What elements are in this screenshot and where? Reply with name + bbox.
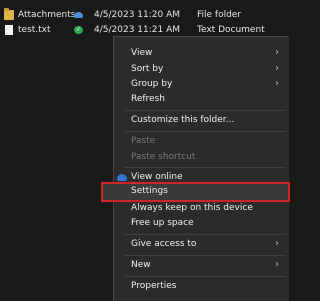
- chevron-right-icon: ›: [275, 259, 279, 270]
- file-name: Attachments: [18, 10, 76, 20]
- menu-item-properties[interactable]: Properties: [114, 279, 289, 294]
- menu-label: Group by: [131, 79, 173, 89]
- menu-label: Paste: [131, 136, 156, 146]
- text-file-icon: [5, 25, 13, 35]
- menu-item-group-by[interactable]: Group by ›: [114, 77, 289, 92]
- menu-item-new[interactable]: New ›: [114, 258, 289, 273]
- menu-label: Free up space: [131, 218, 194, 228]
- menu-label: Settings: [131, 186, 168, 196]
- menu-item-paste-shortcut[interactable]: Paste shortcut: [114, 150, 289, 165]
- menu-label: Sort by: [131, 64, 164, 74]
- green-check-icon: ✓: [74, 26, 83, 34]
- chevron-right-icon: ›: [275, 63, 279, 74]
- menu-separator: [124, 167, 286, 168]
- menu-item-give-access[interactable]: Give access to ›: [114, 237, 289, 252]
- menu-separator: [124, 255, 286, 256]
- menu-label: Properties: [131, 281, 177, 291]
- menu-separator: [124, 110, 286, 111]
- chevron-right-icon: ›: [275, 78, 279, 89]
- file-date: 4/5/2023 11:21 AM: [94, 25, 181, 35]
- menu-item-view-online[interactable]: View online: [114, 170, 289, 185]
- menu-item-paste[interactable]: Paste: [114, 134, 289, 149]
- menu-label: View: [131, 48, 153, 58]
- menu-item-settings[interactable]: Settings: [101, 182, 290, 202]
- menu-item-free-up-space[interactable]: Free up space: [114, 216, 289, 231]
- menu-separator: [124, 234, 286, 235]
- chevron-right-icon: ›: [275, 47, 279, 58]
- file-name: test.txt: [18, 25, 51, 35]
- folder-icon: [4, 8, 14, 20]
- file-type: Text Document: [197, 25, 265, 35]
- file-date: 4/5/2023 11:20 AM: [94, 10, 181, 20]
- menu-label: Always keep on this device: [131, 203, 253, 213]
- menu-item-customize[interactable]: Customize this folder...: [114, 113, 289, 128]
- menu-label: Refresh: [131, 94, 165, 104]
- menu-label: Paste shortcut: [131, 152, 196, 162]
- file-type: File folder: [197, 10, 242, 20]
- cloud-icon: [74, 12, 83, 18]
- menu-separator: [124, 276, 286, 277]
- menu-separator: [124, 131, 286, 132]
- menu-item-refresh[interactable]: Refresh: [114, 92, 289, 107]
- menu-label: Give access to: [131, 239, 197, 249]
- context-menu: View › Sort by › Group by › Refresh Cust…: [101, 36, 290, 301]
- menu-item-view[interactable]: View ›: [114, 46, 289, 61]
- menu-item-sort-by[interactable]: Sort by ›: [114, 62, 289, 77]
- cloud-icon: [117, 174, 127, 181]
- menu-label: New: [131, 260, 151, 270]
- menu-label: Customize this folder...: [131, 115, 235, 125]
- chevron-right-icon: ›: [275, 238, 279, 249]
- menu-label: View online: [131, 172, 183, 182]
- menu-item-always-keep[interactable]: Always keep on this device: [114, 201, 289, 216]
- file-row-attachments[interactable]: Attachments 4/5/2023 11:20 AM File folde…: [0, 8, 288, 23]
